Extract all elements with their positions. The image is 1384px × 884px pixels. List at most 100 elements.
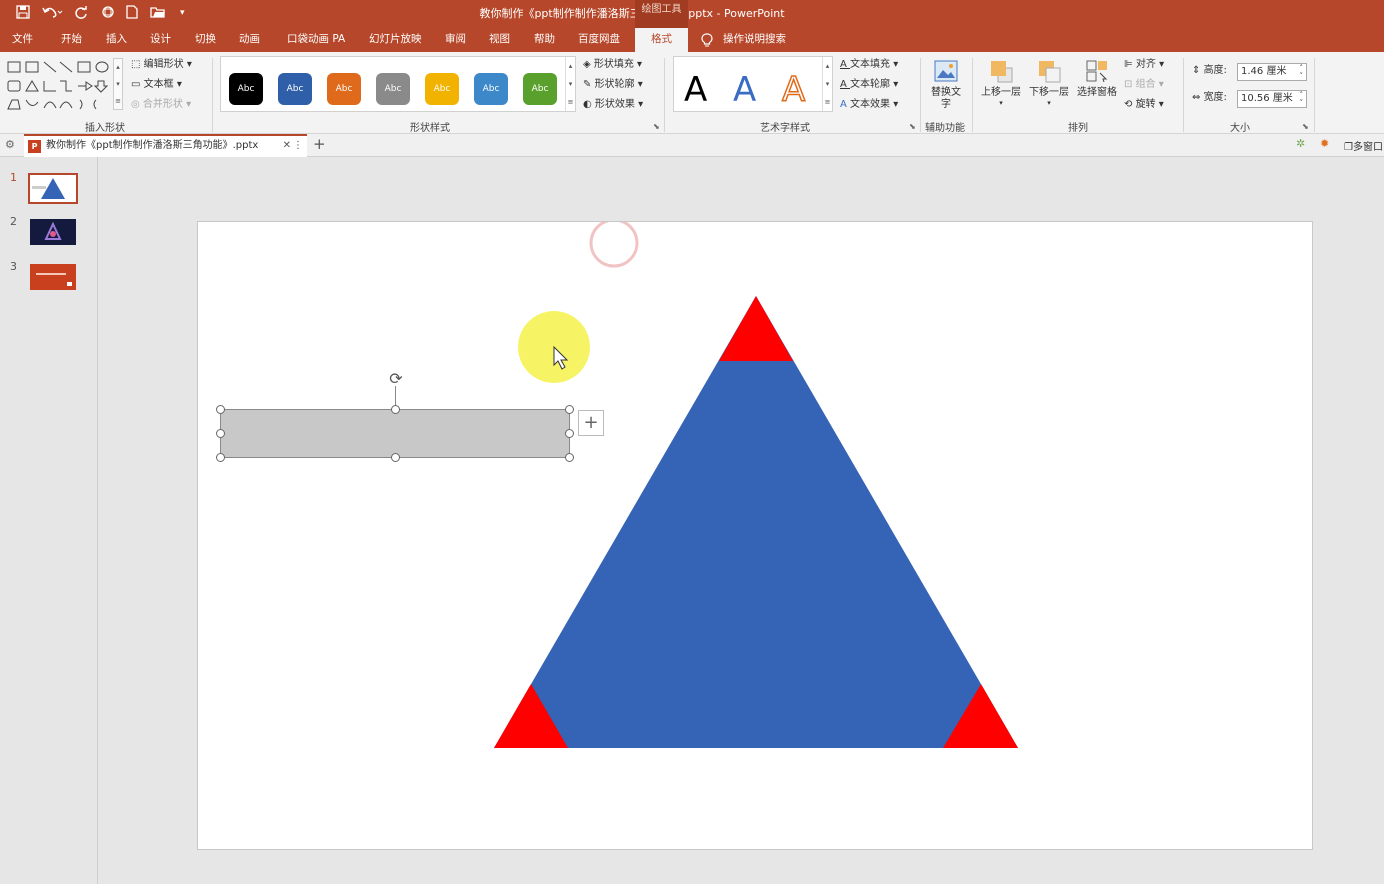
tab-review[interactable]: 审阅 (445, 28, 466, 52)
align-button[interactable]: ⊫ 对齐 ▾ (1124, 58, 1164, 72)
shape-style-swatch[interactable]: Abc (425, 73, 459, 105)
send-backward-icon (1039, 61, 1061, 83)
shape-effects-button[interactable]: ◐ 形状效果 ▾ (583, 98, 643, 112)
shape-outline-button[interactable]: ✎ 形状轮廓 ▾ (583, 78, 643, 92)
shape-style-swatch[interactable]: Abc (327, 73, 361, 105)
text-effects-button[interactable]: A 文本效果 ▾ (840, 98, 898, 112)
edit-shape-icon: ⬚ (131, 59, 144, 70)
group-label-shape-styles: 形状样式 (410, 123, 450, 134)
shape-styles-scroll[interactable]: ▴ ▾ ≡ (565, 57, 575, 111)
shape-style-swatch[interactable]: Abc (376, 73, 410, 105)
shapes-gallery[interactable] (6, 58, 126, 114)
shape-style-swatch[interactable]: Abc (474, 73, 508, 105)
resize-handle[interactable] (216, 429, 225, 438)
bring-forward-button[interactable]: 上移一层 ▾ (978, 58, 1024, 118)
width-label: ⇔ 宽度: (1192, 92, 1227, 103)
resize-handle[interactable] (216, 405, 225, 414)
wordart-style-black[interactable]: A (684, 67, 707, 113)
click-ripple (589, 222, 639, 268)
height-input[interactable]: 1.46 厘米 ˄ ˅ (1237, 63, 1307, 81)
tab-home[interactable]: 开始 (61, 28, 82, 52)
new-tab-icon[interactable]: + (313, 135, 326, 153)
slide-thumbnail-2[interactable] (30, 219, 76, 245)
text-fill-icon: A (840, 59, 851, 70)
group-label-size: 大小 (1230, 123, 1250, 134)
tab-insert[interactable]: 插入 (106, 28, 127, 52)
selected-rectangle[interactable] (220, 409, 570, 458)
chevron-down-icon: ▾ (1047, 99, 1051, 107)
tab-animations[interactable]: 动画 (239, 28, 260, 52)
layout-options-plus-icon[interactable]: + (578, 410, 604, 436)
pen-icon: ✎ (583, 79, 595, 90)
more-icon[interactable]: ⋮ (293, 136, 303, 156)
resize-handle[interactable] (391, 453, 400, 462)
dialog-launcher-icon[interactable]: ⬊ (653, 122, 660, 131)
send-backward-button[interactable]: 下移一层 ▾ (1026, 58, 1072, 118)
settings-gear-icon[interactable]: ✹ (1320, 137, 1329, 150)
group-label-insert-shapes: 插入形状 (85, 123, 125, 134)
resize-handle[interactable] (391, 405, 400, 414)
merge-shapes-button[interactable]: ◎ 合并形状 ▾ (131, 98, 191, 112)
spinner-icon[interactable]: ˄ ˅ (1300, 91, 1304, 107)
tab-format[interactable]: 格式 (635, 28, 688, 52)
width-input[interactable]: 10.56 厘米 ˄ ˅ (1237, 90, 1307, 108)
wordart-style-orange-outline[interactable]: A (781, 67, 806, 113)
tab-design[interactable]: 设计 (150, 28, 171, 52)
resize-handle[interactable] (565, 429, 574, 438)
slide-thumbnail-pane: 1 2 3 (0, 157, 98, 884)
spinner-icon[interactable]: ˄ ˅ (1300, 64, 1304, 80)
rotate-button[interactable]: ⟲ 旋转 ▾ (1124, 98, 1164, 112)
height-icon: ⇕ (1192, 65, 1204, 76)
merge-shapes-icon: ◎ (131, 99, 143, 110)
resize-handle[interactable] (216, 453, 225, 462)
multi-window-icon: ❐ (1344, 142, 1353, 153)
ribbon-format: ▴ ▾ ≡ ⬚ 编辑形状 ▾ ▭ 文本框 ▾ ◎ 合并形状 ▾ 插入形状 Abc A… (0, 52, 1384, 134)
slide-number: 3 (10, 260, 17, 273)
text-effects-icon: A (840, 99, 851, 110)
tab-pocket-animation[interactable]: 口袋动画 PA (287, 28, 345, 52)
tell-me-search[interactable]: 操作说明搜索 (723, 28, 786, 52)
resize-handle[interactable] (565, 453, 574, 462)
red-corner-triangle-top[interactable] (719, 296, 793, 361)
slide-number: 1 (10, 171, 17, 184)
slide-canvas[interactable]: ⟳ + (197, 221, 1313, 850)
tab-transitions[interactable]: 切换 (195, 28, 216, 52)
tab-help[interactable]: 帮助 (534, 28, 555, 52)
tab-settings-icon[interactable]: ⚙ (5, 138, 15, 151)
shape-fill-button[interactable]: ◈ 形状填充 ▾ (583, 58, 642, 72)
shape-style-swatch[interactable]: Abc (278, 73, 312, 105)
resize-handle[interactable] (565, 405, 574, 414)
document-tab[interactable]: P 教你制作《ppt制作制作潘洛斯三角功能》.pptx ✕ ⋮ (24, 134, 307, 157)
title-bar: ▾ 教你制作《ppt制作制作潘洛斯三角功能》.pptx - PowerPoint… (0, 0, 1384, 28)
close-icon[interactable]: ✕ (283, 136, 291, 156)
group-button[interactable]: ⊡ 组合 ▾ (1124, 78, 1164, 92)
rotate-handle-icon[interactable]: ⟳ (387, 370, 405, 388)
edit-shape-button[interactable]: ⬚ 编辑形状 ▾ (131, 58, 192, 72)
shapes-gallery-scroll[interactable]: ▴ ▾ ≡ (113, 58, 123, 110)
wordart-scroll[interactable]: ▴ ▾ ≡ (822, 57, 832, 111)
tab-slideshow[interactable]: 幻灯片放映 (369, 28, 422, 52)
text-box-button[interactable]: ▭ 文本框 ▾ (131, 78, 182, 92)
height-label: ⇕ 高度: (1192, 65, 1227, 76)
shape-style-swatch[interactable]: Abc (229, 73, 263, 105)
window-title: 教你制作《ppt制作制作潘洛斯三角功能》.pptx - PowerPoint (479, 7, 785, 20)
selection-pane-button[interactable]: 选择窗格 (1074, 58, 1120, 106)
dialog-launcher-icon[interactable]: ⬊ (1302, 122, 1309, 131)
text-outline-button[interactable]: A 文本轮廓 ▾ (840, 78, 898, 92)
tab-baidu-netdisk[interactable]: 百度网盘 (578, 28, 620, 52)
selection-pane-icon (1086, 60, 1108, 83)
alt-text-button[interactable]: 替换文字 (928, 58, 964, 114)
context-tab-group-label: 绘图工具 (635, 0, 688, 28)
multi-window-button[interactable]: ❐多窗口 (1344, 138, 1383, 153)
wordart-style-blue[interactable]: A (733, 67, 756, 113)
slide-thumbnail-3[interactable] (30, 264, 76, 290)
tab-file[interactable]: 文件 (12, 28, 33, 52)
shape-style-swatch[interactable]: Abc (523, 73, 557, 105)
dialog-launcher-icon[interactable]: ⬊ (909, 122, 916, 131)
text-fill-button[interactable]: A 文本填充 ▾ (840, 58, 898, 72)
group-divider (212, 58, 213, 132)
slide-thumbnail-1[interactable] (28, 173, 78, 204)
pin-icon[interactable]: ✲ (1296, 137, 1305, 150)
group-label-wordart: 艺术字样式 (760, 123, 810, 134)
tab-view[interactable]: 视图 (489, 28, 510, 52)
